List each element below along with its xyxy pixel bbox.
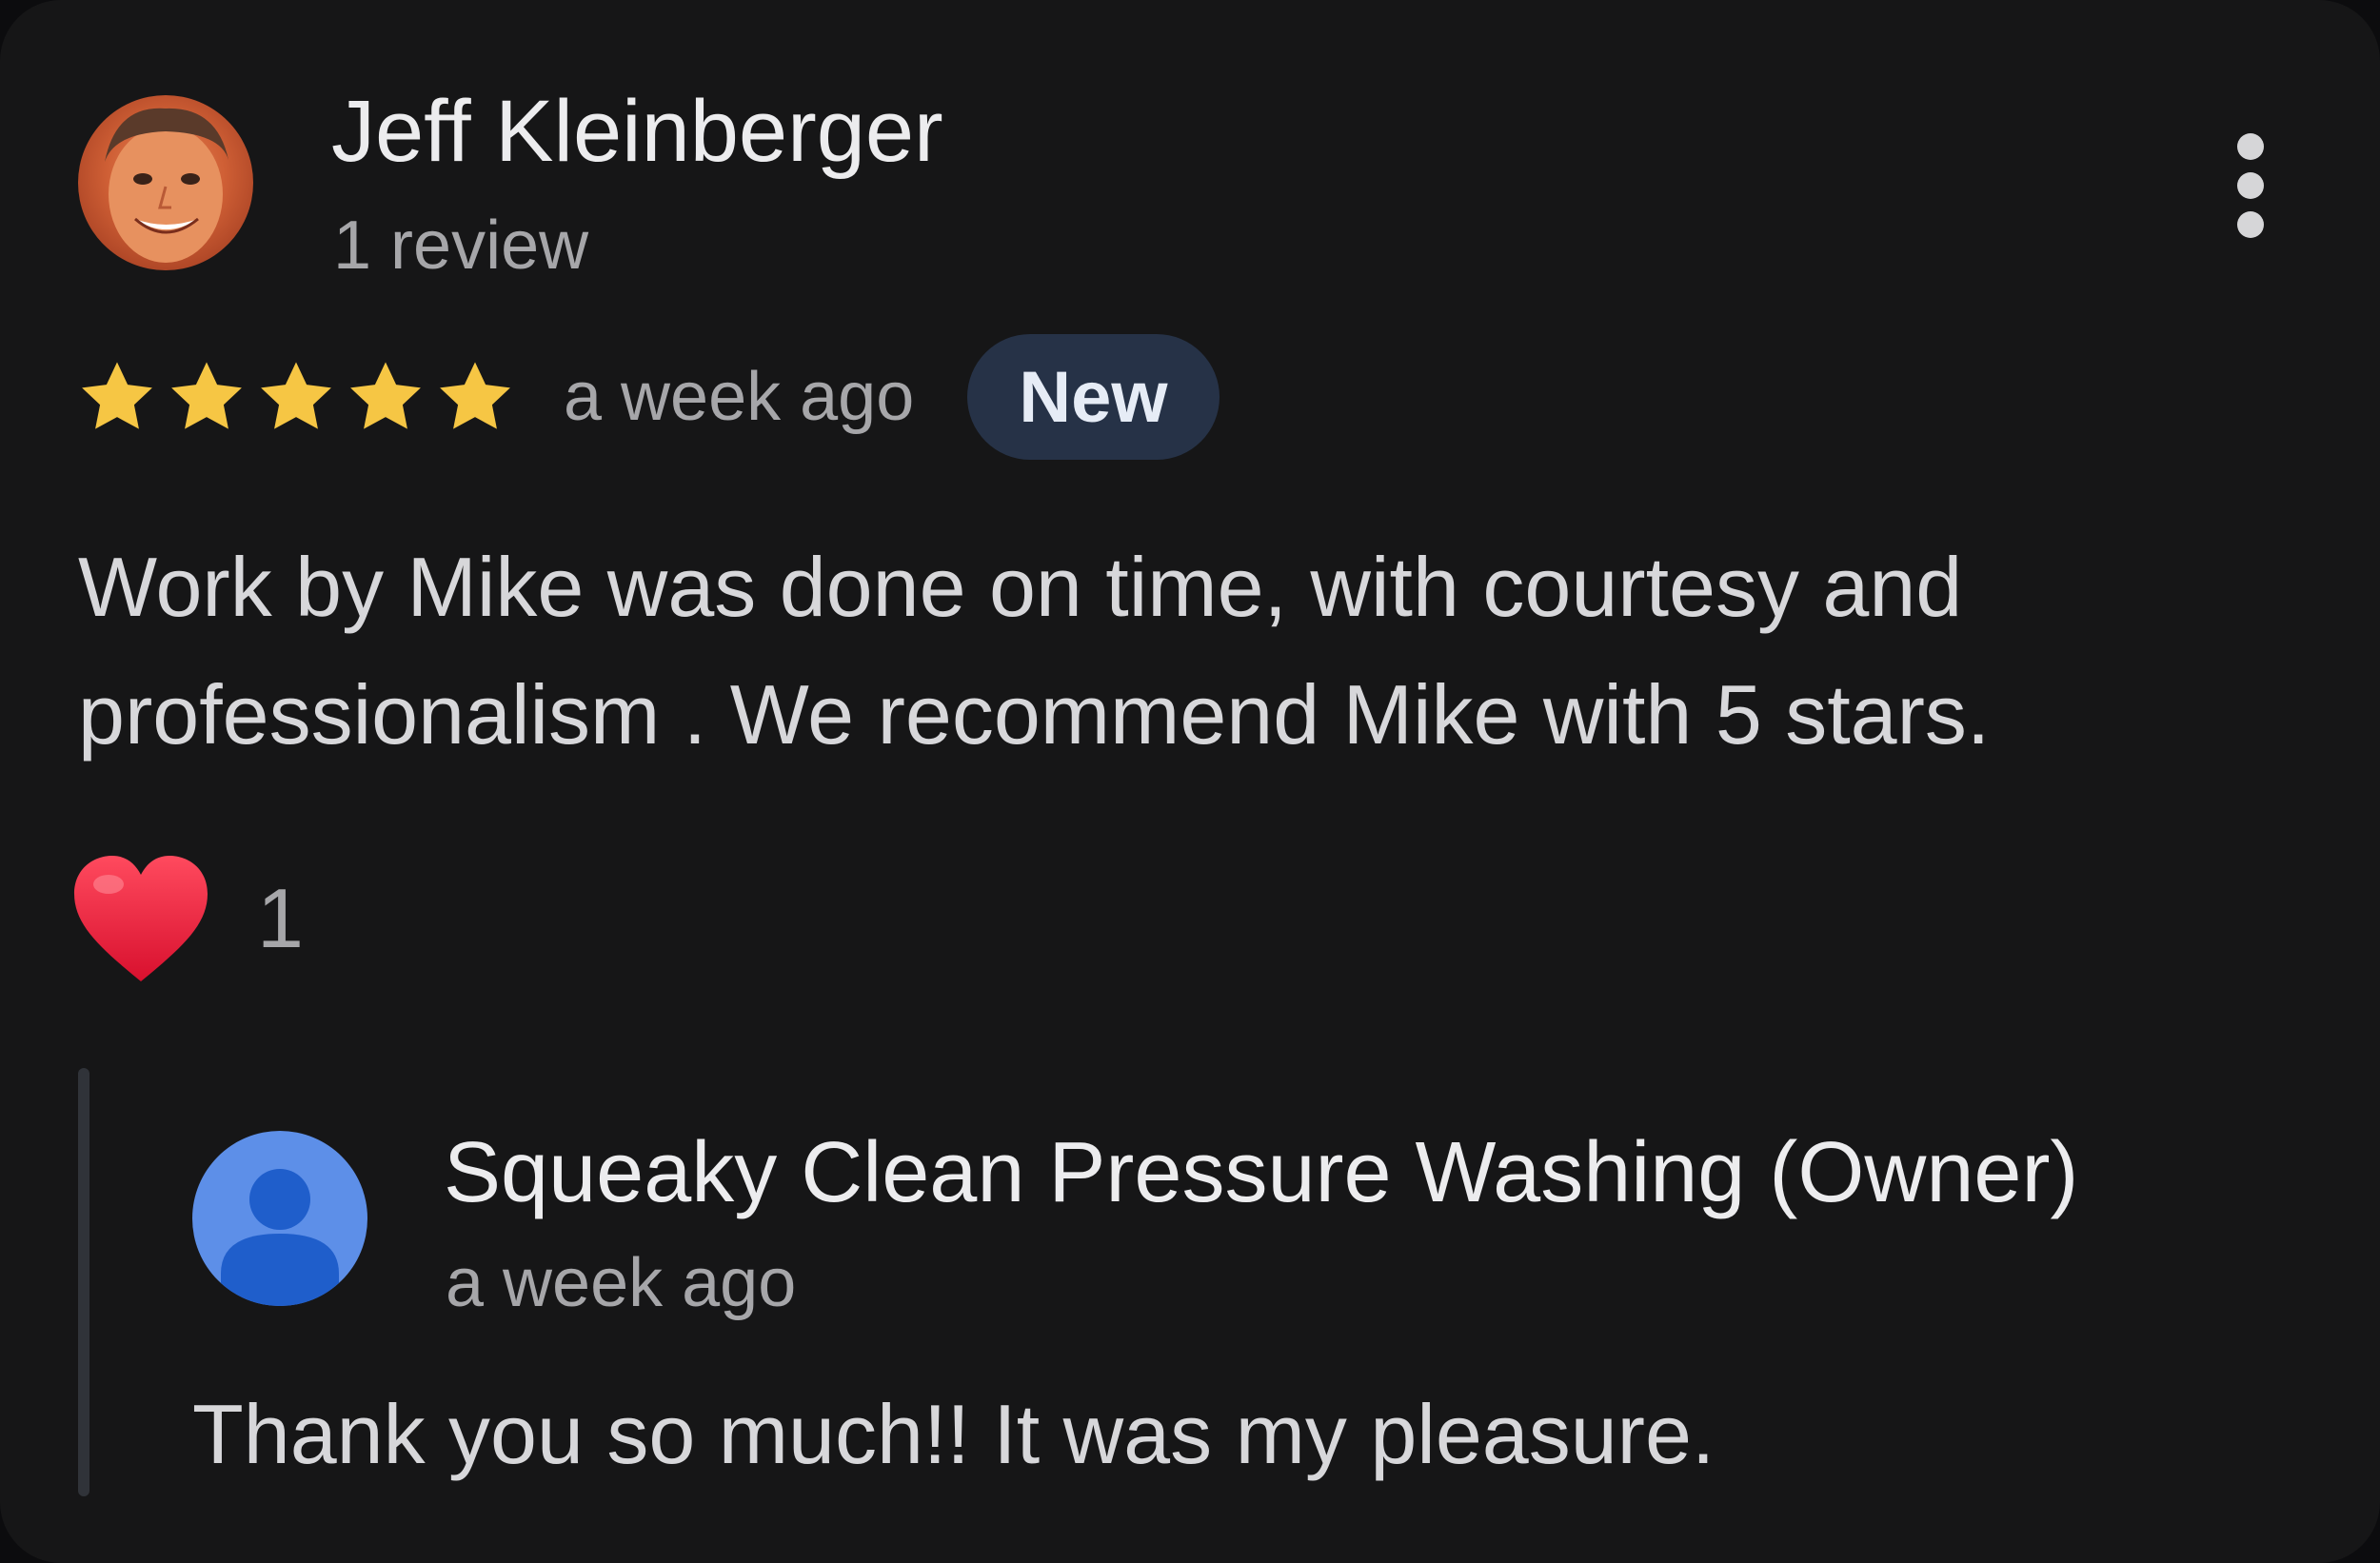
star-icon [261, 362, 331, 429]
new-badge: New [967, 334, 1220, 460]
star-rating [76, 356, 516, 438]
review-card: Jeff Kleinberger 1 review a week ago New… [0, 0, 2380, 1563]
heart-icon [74, 856, 208, 981]
owner-reply: Squeaky Clean Pressure Washing (Owner) a… [78, 1068, 2306, 1496]
more-vert-icon [2237, 133, 2264, 160]
review-time: a week ago [564, 359, 915, 435]
review-text: Work by Mike was done on time, with cour… [78, 540, 1991, 762]
star-icon [440, 362, 510, 429]
reviewer-name[interactable]: Jeff Kleinberger [331, 84, 943, 179]
reaction-count: 1 [257, 871, 304, 965]
owner-name: Squeaky Clean Pressure Washing (Owner) [444, 1125, 2079, 1220]
star-icon [82, 362, 152, 429]
reaction-button[interactable]: 1 [70, 847, 304, 990]
owner-avatar[interactable] [192, 1131, 367, 1306]
owner-reply-time: a week ago [446, 1245, 797, 1321]
star-icon [171, 362, 242, 429]
more-options-button[interactable] [2218, 124, 2283, 247]
owner-reply-text: Thank you so much!! It was my pleasure. [192, 1387, 1716, 1481]
reviewer-photo-icon [105, 108, 228, 263]
reviewer-review-count: 1 review [333, 208, 589, 284]
person-icon [221, 1169, 339, 1306]
reviewer-avatar[interactable] [78, 95, 253, 270]
reply-divider [78, 1068, 89, 1496]
star-icon [350, 362, 421, 429]
rating-row: a week ago New [76, 334, 1220, 460]
